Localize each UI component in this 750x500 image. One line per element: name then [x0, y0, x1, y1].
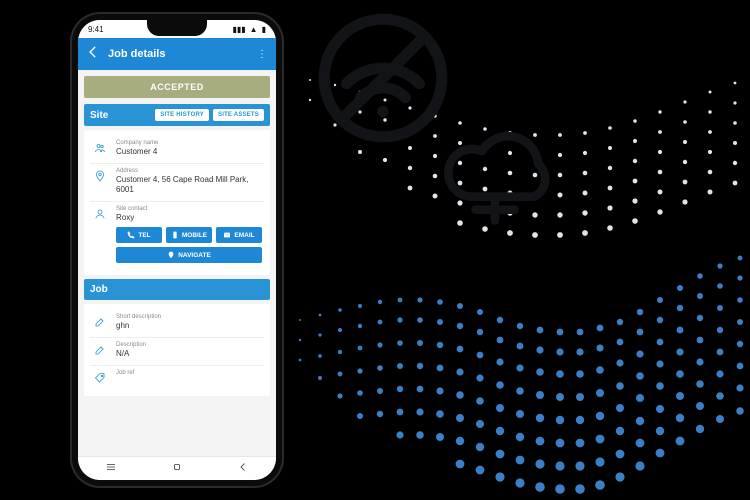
- status-time: 9:41: [88, 25, 104, 34]
- short-desc-label: Short description: [116, 314, 262, 320]
- site-section-header: Site SITE HISTORY SITE ASSETS: [84, 104, 270, 126]
- address-value: Customer 4, 56 Cape Road Mill Park, 6001: [116, 175, 262, 195]
- contact-label: Site contact: [116, 206, 262, 212]
- desc-value: N/A: [116, 349, 262, 359]
- email-button-label: EMAIL: [234, 232, 254, 239]
- job-status-banner: ACCEPTED: [84, 76, 270, 98]
- desc-row: Description N/A: [90, 337, 264, 363]
- tel-button-label: TEL: [138, 232, 150, 239]
- page-title: Job details: [108, 48, 249, 60]
- contact-value: Roxy: [116, 213, 262, 223]
- phone-frame: 9:41 ▮▮▮ ▲ ▮ Job details ⋮ ACCEPTED Sit: [70, 12, 284, 488]
- site-assets-button[interactable]: SITE ASSETS: [213, 109, 264, 121]
- company-label: Company name: [116, 140, 262, 146]
- mobile-button[interactable]: MOBILE: [166, 227, 212, 243]
- site-section-title: Site: [90, 110, 151, 121]
- overflow-menu-button[interactable]: ⋮: [257, 49, 268, 60]
- short-desc-value: ghn: [116, 321, 262, 331]
- company-row: Company name Customer 4: [90, 136, 264, 161]
- appbar: Job details ⋮: [78, 38, 276, 70]
- email-button[interactable]: EMAIL: [216, 227, 262, 243]
- stage: 9:41 ▮▮▮ ▲ ▮ Job details ⋮ ACCEPTED Sit: [0, 0, 750, 500]
- site-card: Company name Customer 4 Address Customer…: [84, 130, 270, 275]
- nav-recent-button[interactable]: [105, 461, 117, 476]
- company-value: Customer 4: [116, 147, 262, 157]
- navigate-button-label: NAVIGATE: [178, 252, 211, 259]
- contact-icon: [92, 206, 108, 263]
- phone-screen: 9:41 ▮▮▮ ▲ ▮ Job details ⋮ ACCEPTED Sit: [78, 20, 276, 480]
- site-history-button[interactable]: SITE HISTORY: [155, 109, 209, 121]
- job-section-title: Job: [90, 284, 264, 295]
- tel-button[interactable]: TEL: [116, 227, 162, 243]
- tag-icon: [92, 370, 108, 384]
- nav-back-button[interactable]: [237, 461, 249, 476]
- job-ref-row: Job ref: [90, 365, 264, 388]
- address-row: Address Customer 4, 56 Cape Road Mill Pa…: [90, 163, 264, 199]
- phone-notch: [147, 20, 207, 36]
- mobile-button-label: MOBILE: [182, 232, 207, 239]
- navigate-button[interactable]: NAVIGATE: [116, 247, 262, 263]
- battery-icon: ▮: [262, 25, 266, 34]
- edit-icon: [92, 314, 108, 331]
- android-navbar: [78, 456, 276, 480]
- nav-home-button[interactable]: [171, 461, 183, 476]
- edit-icon: [92, 342, 108, 359]
- wifi-icon: ▲: [250, 25, 258, 34]
- content-scroll[interactable]: ACCEPTED Site SITE HISTORY SITE ASSETS C…: [78, 70, 276, 456]
- job-section-header: Job: [84, 279, 270, 300]
- address-label: Address: [116, 168, 262, 174]
- job-ref-label: Job ref: [116, 370, 262, 376]
- contact-row: Site contact Roxy TEL MOBILE: [90, 201, 264, 267]
- back-button[interactable]: [86, 45, 100, 64]
- job-card: Short description ghn Description N/A: [84, 304, 270, 396]
- short-desc-row: Short description ghn: [90, 310, 264, 335]
- company-icon: [92, 140, 108, 157]
- signal-icon: ▮▮▮: [232, 25, 245, 34]
- cloud-offline-icon: [430, 120, 560, 230]
- desc-label: Description: [116, 342, 262, 348]
- address-icon: [92, 168, 108, 195]
